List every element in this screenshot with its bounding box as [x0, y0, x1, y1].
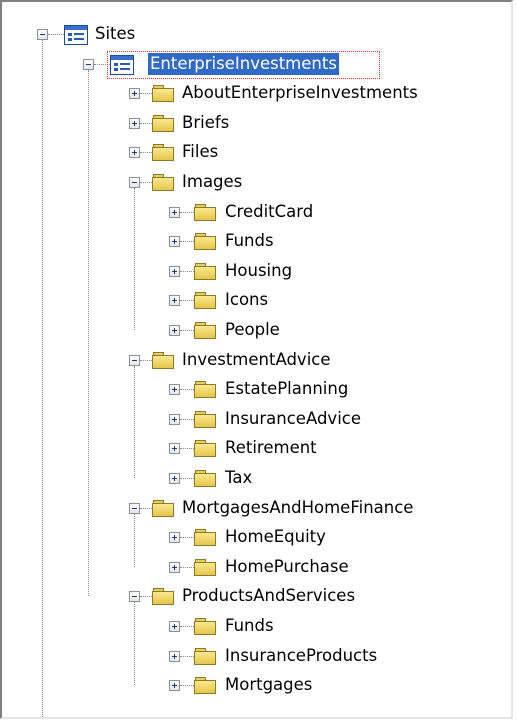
- site-tree-panel: Sites EnterpriseInvestments AboutEnterpris…: [0, 0, 513, 719]
- tree-collapse-toggle[interactable]: [37, 29, 48, 40]
- folder-icon: [152, 174, 174, 191]
- folder-icon: [194, 410, 216, 428]
- folder-icon: [194, 203, 216, 221]
- tree-expand-toggle[interactable]: [169, 621, 180, 632]
- tree-node-folder[interactable]: MortgagesAndHomeFinance: [180, 497, 415, 519]
- tree-guide-line: [134, 602, 135, 686]
- tree-guide-line: [134, 188, 135, 330]
- folder-icon: [194, 470, 216, 487]
- tree-guide-line: [180, 300, 194, 302]
- tree-guide-line: [180, 655, 194, 657]
- tree-node-folder[interactable]: Images: [180, 171, 244, 193]
- sites-root-icon: [64, 25, 88, 45]
- tree-node-folder[interactable]: ProductsAndServices: [180, 585, 357, 607]
- tree-guide-line: [134, 513, 135, 567]
- selection-focus-rect: [107, 50, 380, 79]
- tree-guide-line: [180, 389, 194, 391]
- tree-guide-line: [180, 270, 194, 272]
- tree-node-folder[interactable]: Funds: [223, 230, 276, 252]
- tree-expand-toggle[interactable]: [129, 117, 140, 129]
- tree-expand-toggle[interactable]: [169, 206, 180, 218]
- tree-guide-line: [134, 365, 135, 478]
- tree-node-folder[interactable]: CreditCard: [223, 201, 315, 223]
- folder-icon: [194, 322, 216, 339]
- folder-icon: [152, 144, 174, 162]
- tree-expand-toggle[interactable]: [169, 473, 180, 484]
- tree-expand-toggle[interactable]: [169, 680, 180, 692]
- tree-expand-toggle[interactable]: [169, 413, 180, 425]
- tree-node-folder[interactable]: InvestmentAdvice: [180, 349, 333, 371]
- tree-node-sites[interactable]: Sites: [93, 23, 137, 45]
- tree-collapse-toggle[interactable]: [83, 58, 94, 70]
- folder-icon: [194, 647, 216, 665]
- tree-expand-toggle[interactable]: [169, 384, 180, 396]
- tree-guide-line: [180, 211, 194, 213]
- tree-guide-line: [180, 685, 194, 687]
- tree-node-folder[interactable]: Mortgages: [223, 674, 314, 696]
- tree-expand-toggle[interactable]: [169, 236, 180, 248]
- folder-icon: [194, 292, 216, 310]
- folder-icon: [152, 114, 174, 132]
- tree-guide-line: [42, 40, 43, 717]
- tree-expand-toggle[interactable]: [129, 147, 140, 159]
- tree-node-folder[interactable]: People: [223, 319, 282, 341]
- tree-node-folder[interactable]: AboutEnterpriseInvestments: [180, 82, 420, 104]
- folder-icon: [152, 85, 174, 103]
- tree-node-folder[interactable]: Briefs: [180, 112, 231, 134]
- tree-expand-toggle[interactable]: [169, 265, 180, 277]
- tree-guide-line: [180, 566, 194, 568]
- folder-icon: [152, 351, 174, 369]
- tree-guide-line: [180, 448, 194, 450]
- tree-node-folder[interactable]: Tax: [223, 467, 254, 489]
- tree-expand-toggle[interactable]: [169, 443, 180, 455]
- tree-guide-line: [180, 330, 194, 331]
- folder-icon: [194, 440, 216, 458]
- tree-guide-line: [180, 418, 194, 420]
- tree-node-folder[interactable]: Housing: [223, 260, 294, 282]
- tree-guide-line: [48, 34, 64, 35]
- tree-collapse-toggle[interactable]: [129, 591, 140, 603]
- tree-expand-toggle[interactable]: [169, 325, 180, 336]
- tree-expand-toggle[interactable]: [169, 650, 180, 662]
- tree-expand-toggle[interactable]: [169, 561, 180, 573]
- tree-collapse-toggle[interactable]: [129, 502, 140, 514]
- tree-node-folder[interactable]: Retirement: [223, 437, 319, 459]
- tree-collapse-toggle[interactable]: [129, 354, 140, 366]
- tree-node-folder[interactable]: HomePurchase: [223, 556, 351, 578]
- tree-expand-toggle[interactable]: [169, 532, 180, 544]
- tree-node-folder[interactable]: EstatePlanning: [223, 378, 350, 400]
- tree-expand-toggle[interactable]: [129, 88, 140, 100]
- tree-node-folder[interactable]: Funds: [223, 615, 276, 637]
- folder-icon: [194, 558, 216, 576]
- tree-node-folder[interactable]: Files: [180, 141, 220, 163]
- folder-icon: [194, 677, 216, 695]
- tree-guide-line: [180, 478, 194, 479]
- tree-guide-line: [180, 537, 194, 539]
- folder-icon: [194, 233, 216, 251]
- folder-icon: [194, 262, 216, 280]
- tree-guide-line: [180, 626, 194, 627]
- folder-icon: [194, 618, 216, 635]
- tree-node-folder[interactable]: InsuranceAdvice: [223, 408, 363, 430]
- tree-node-folder[interactable]: Icons: [223, 289, 270, 311]
- tree-guide-line: [88, 69, 89, 597]
- tree-node-folder[interactable]: HomeEquity: [223, 526, 328, 548]
- tree-node-folder[interactable]: InsuranceProducts: [223, 645, 379, 667]
- folder-icon: [194, 381, 216, 399]
- tree-expand-toggle[interactable]: [169, 295, 180, 307]
- folder-icon: [152, 588, 174, 606]
- folder-icon: [194, 529, 216, 547]
- folder-icon: [152, 499, 174, 517]
- tree-guide-line: [180, 241, 194, 243]
- tree-collapse-toggle[interactable]: [129, 177, 140, 188]
